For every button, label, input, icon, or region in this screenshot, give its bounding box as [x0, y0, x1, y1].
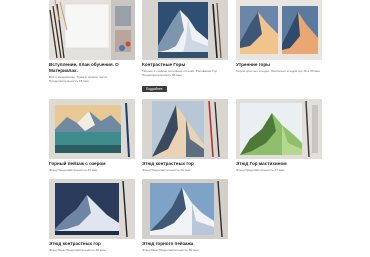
lesson-description: Этюд Продолжительность 27 мин	[236, 168, 285, 172]
lesson-title[interactable]: Этюд Гор мастихином	[236, 161, 326, 167]
morning-mountains-image	[236, 0, 322, 60]
lesson-thumbnail[interactable]	[49, 179, 135, 239]
lesson-title[interactable]: Контрастные Горы	[142, 62, 232, 68]
lesson-description: Этюд Продолжительность 60 мин	[142, 168, 191, 172]
lake-landscape-image	[49, 99, 135, 159]
lesson-thumbnail[interactable]	[236, 99, 322, 159]
lesson-description: Этюд Язык Продолжительность 30 мин	[49, 248, 106, 252]
lesson-thumbnail[interactable]	[142, 99, 228, 159]
mountain-painting-image	[142, 0, 228, 60]
lesson-title[interactable]: Вступление, план обучения. О Материалах.	[49, 62, 139, 73]
palette-knife-mountains-image	[236, 99, 322, 159]
lesson-thumbnail[interactable]	[49, 99, 135, 159]
lesson-title[interactable]: Горный пейзаж с озером	[49, 161, 139, 167]
lesson-description: Теплые и темные холодные оттенки, Рисова…	[142, 69, 218, 78]
materials-image	[49, 0, 135, 60]
lesson-title[interactable]: Этюд горного пейзажа	[142, 241, 232, 247]
details-button[interactable]: Подробнее	[142, 86, 167, 92]
lesson-title[interactable]: Этюд контрастных гор	[49, 241, 139, 247]
contrast-mountains-image	[142, 99, 228, 159]
lesson-thumbnail[interactable]	[49, 0, 135, 60]
lesson-description: Серия простых этюдов. Несколько этюдов г…	[236, 69, 320, 73]
lesson-thumbnail[interactable]	[142, 179, 228, 239]
lesson-description: Этюд Язык Продолжительность 30 мин	[142, 248, 199, 252]
lesson-description: Этюд Продолжительность 45 мин	[49, 168, 98, 172]
mountain-landscape-image	[142, 179, 228, 239]
lesson-thumbnail[interactable]	[236, 0, 322, 60]
contrast-mountains-study-image	[49, 179, 135, 239]
lesson-description: Всё о материалах: бумага, краски, кисти …	[49, 75, 108, 84]
lesson-thumbnail[interactable]	[142, 0, 228, 60]
lesson-title[interactable]: Утренние горы	[236, 62, 326, 68]
lesson-title[interactable]: Этюд контрастных гор	[142, 161, 232, 167]
